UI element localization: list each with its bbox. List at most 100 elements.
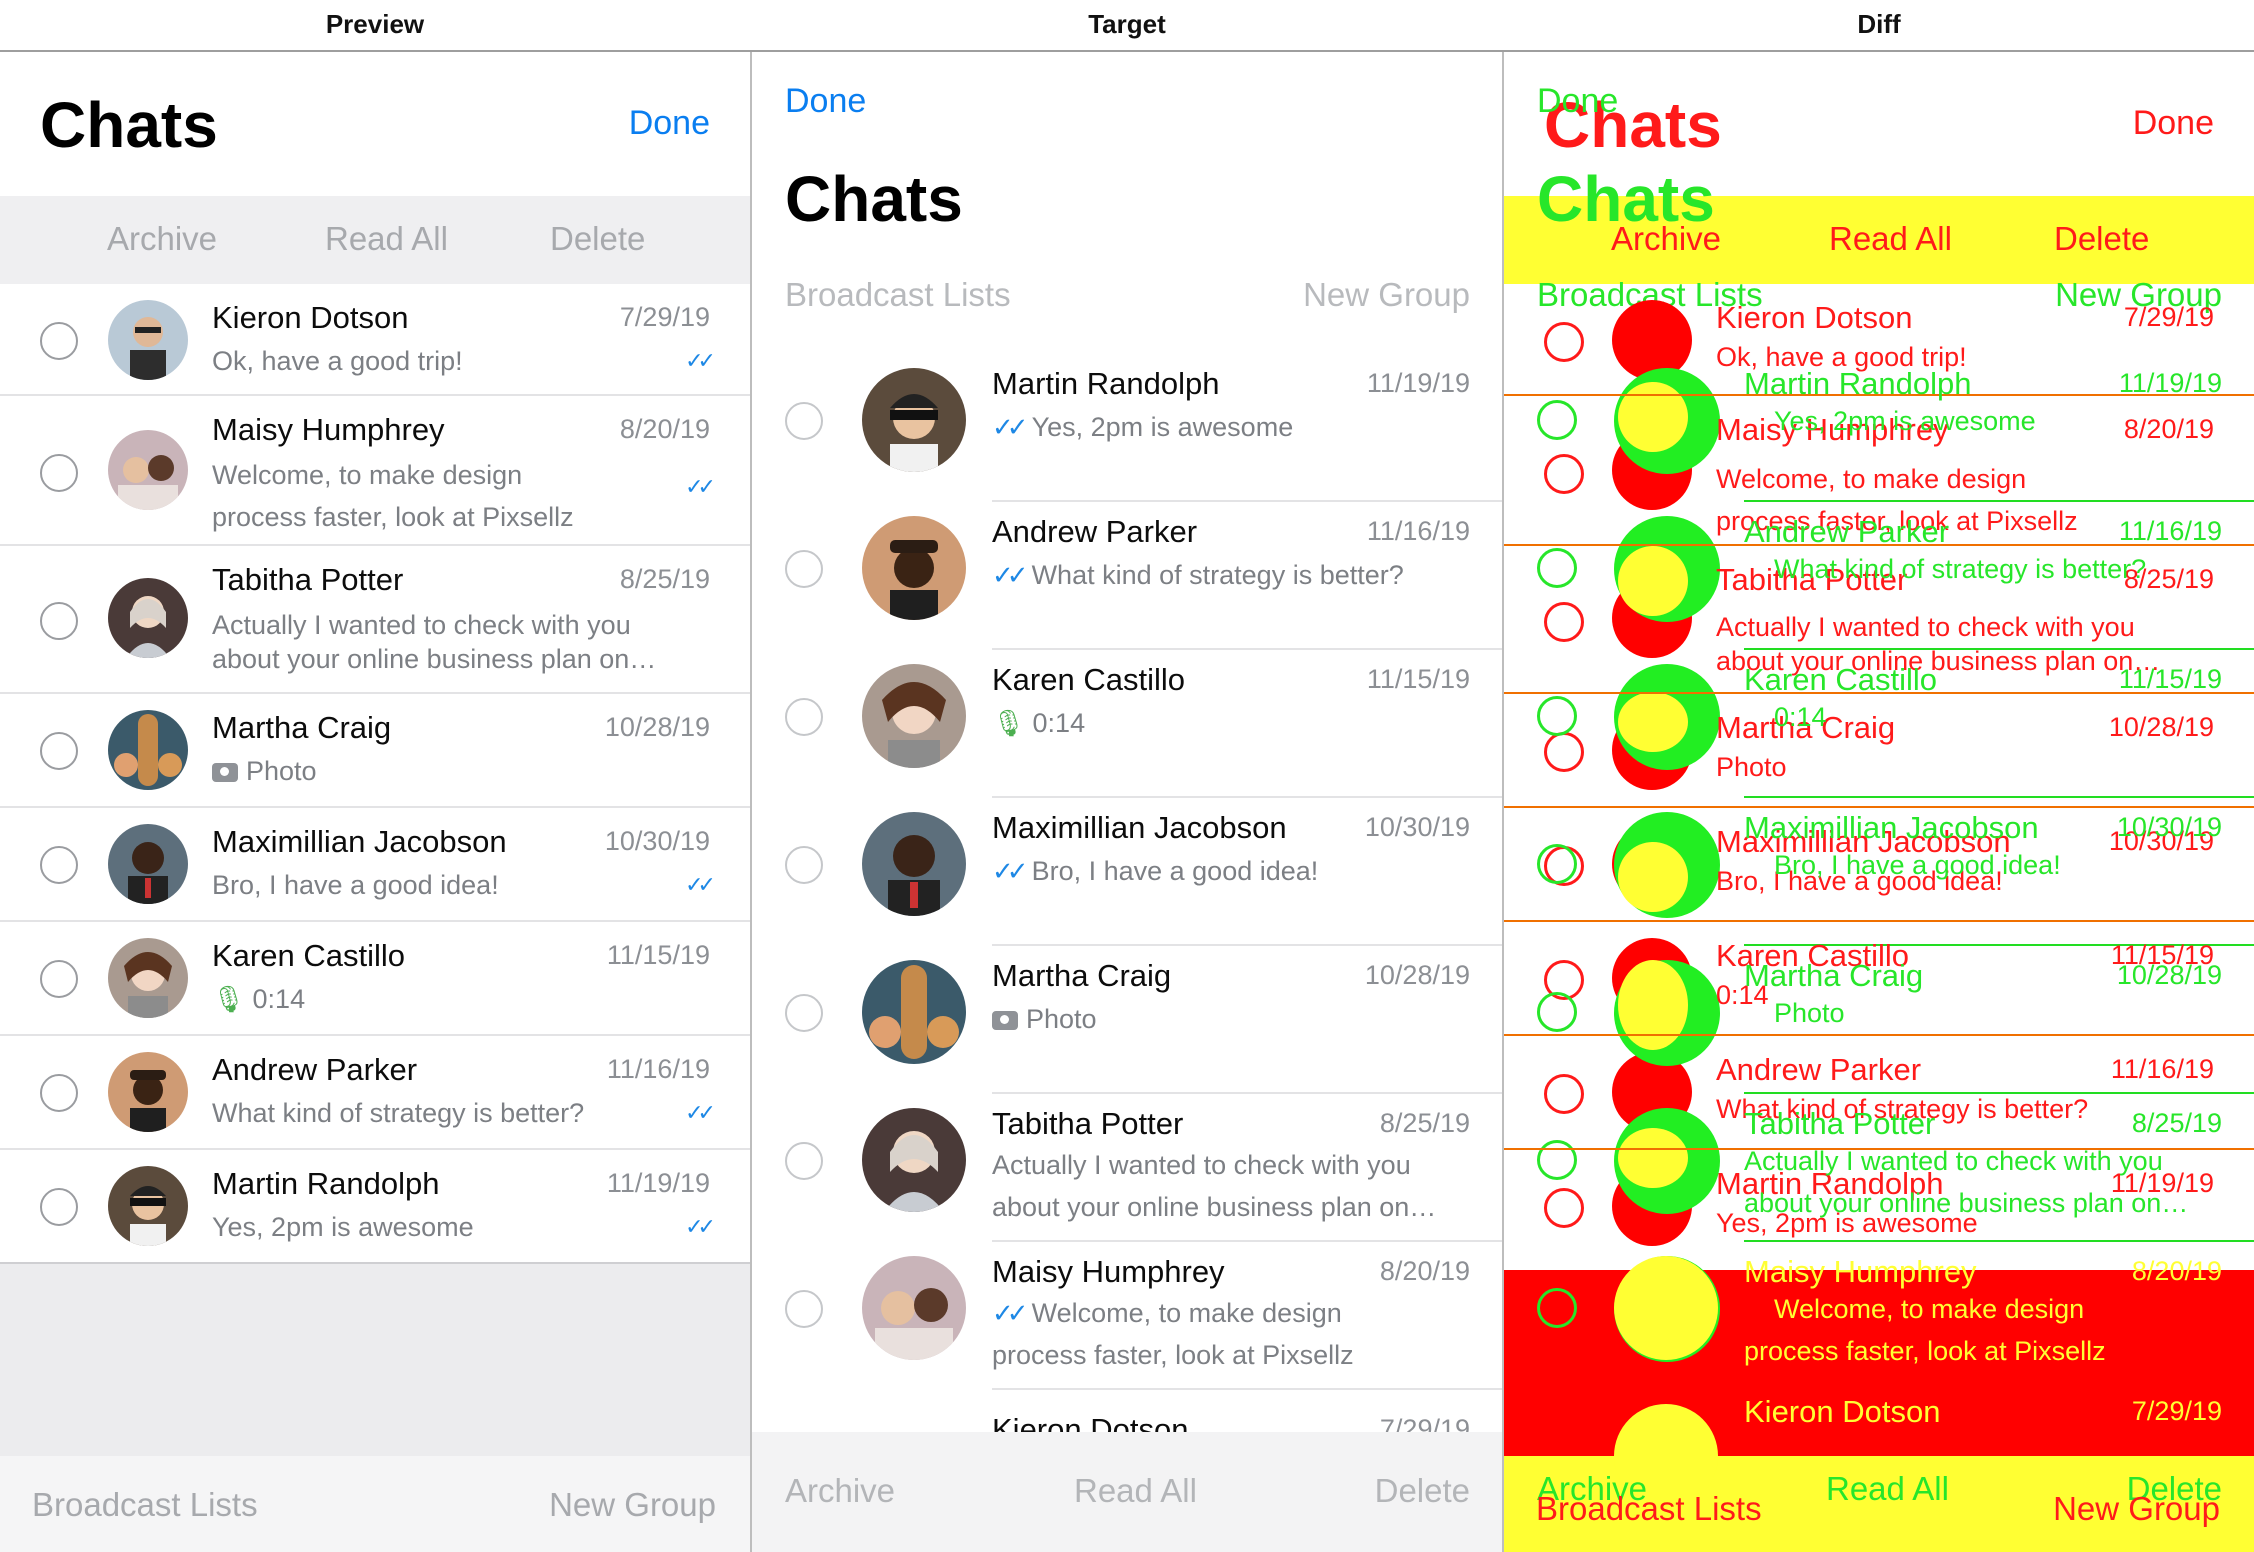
avatar — [108, 430, 188, 510]
chat-row[interactable]: Andrew Parker 11/16/19 ✓✓ What kind of st… — [752, 502, 1502, 650]
chat-row[interactable]: Martha Craig 10/28/19 Photo — [752, 946, 1502, 1094]
diff-date: 7/29/19 — [2123, 302, 2214, 332]
microphone-icon: 🎙︎ — [992, 708, 1026, 738]
avatar — [862, 812, 966, 916]
diff-circle — [1537, 844, 1577, 884]
select-circle[interactable] — [40, 732, 78, 770]
diff-msg: Bro, I have a good idea! — [1774, 850, 2061, 880]
target-panel: Done Chats Broadcast Lists New Group Mar… — [752, 52, 1502, 1552]
chat-row[interactable]: Maximillian Jacobson 10/30/19 ✓✓ Bro, I h… — [752, 798, 1502, 946]
chat-name: Andrew Parker — [992, 514, 1198, 549]
select-circle[interactable] — [40, 1188, 78, 1226]
diff-overlap — [1618, 960, 1688, 1050]
chat-name: Martin Randolph — [992, 366, 1220, 401]
chat-row[interactable]: Tabitha Potter 8/25/19 Actually I wanted… — [0, 546, 750, 694]
avatar — [108, 1166, 188, 1246]
chat-name: Andrew Parker — [212, 1052, 418, 1087]
page-title: Chats — [785, 163, 963, 235]
diff-msg: Yes, 2pm is awesome — [1774, 406, 2036, 436]
chat-row[interactable]: Martin Randolph 11/19/19 ✓✓ Yes, 2pm is a… — [752, 354, 1502, 502]
select-circle[interactable] — [785, 550, 823, 588]
camera-icon — [212, 763, 238, 783]
chat-row[interactable]: Maximillian Jacobson 10/30/19 Bro, I hav… — [0, 808, 750, 922]
new-group-button[interactable]: New Group — [549, 1486, 716, 1524]
chat-row[interactable]: Kieron Dotson 7/29/19 Ok, have a good tr… — [0, 284, 750, 396]
diff-divider — [1744, 500, 2254, 502]
chat-row[interactable]: Karen Castillo 11/15/19 🎙︎ 0:14 — [752, 650, 1502, 798]
chat-message: ✓✓ Yes, 2pm is awesome — [992, 412, 1294, 442]
avatar — [108, 578, 188, 658]
diff-avatar-preview — [1612, 300, 1692, 380]
chat-date: 8/20/19 — [619, 414, 710, 444]
chat-row[interactable]: Martin Randolph 11/19/19 Yes, 2pm is awe… — [0, 1150, 750, 1264]
diff-name: Martin Randolph — [1744, 366, 1972, 401]
chat-message: Bro, I have a good idea! — [212, 870, 499, 900]
diff-name: Andrew Parker — [1744, 514, 1950, 549]
chat-row[interactable]: Maisy Humphrey 8/20/19 ✓✓ Welcome, to mak… — [752, 1242, 1502, 1390]
read-check-icon: ✓✓ — [992, 412, 1028, 442]
chat-message: 🎙︎ 0:14 — [992, 708, 1086, 738]
chat-row[interactable]: Andrew Parker 11/16/19 What kind of stra… — [0, 1036, 750, 1150]
bottom-toolbar: Archive Read All Delete — [752, 1432, 1502, 1552]
diff-date: 8/20/19 — [2131, 1256, 2222, 1286]
select-circle[interactable] — [40, 960, 78, 998]
diff-broadcast-preview: Broadcast Lists — [1536, 1490, 1762, 1527]
select-circle[interactable] — [40, 322, 78, 360]
diff-msg: process faster, look at Pixsellz — [1744, 1336, 2106, 1366]
diff-msg: Photo — [1774, 998, 1845, 1028]
diff-read-all-target: Read All — [1826, 1470, 1949, 1507]
chat-message-line2: process faster, look at Pixsellz — [992, 1340, 1354, 1370]
chat-date: 11/16/19 — [606, 1054, 710, 1084]
diff-date: 7/29/19 — [2131, 1396, 2222, 1426]
select-circle[interactable] — [40, 602, 78, 640]
diff-date: 8/20/19 — [2123, 414, 2214, 444]
diff-new-group-preview: New Group — [2053, 1490, 2220, 1527]
voice-duration: 0:14 — [252, 984, 306, 1014]
select-circle[interactable] — [785, 1290, 823, 1328]
select-circle[interactable] — [785, 1142, 823, 1180]
chat-name: Tabitha Potter — [992, 1106, 1184, 1141]
chat-message: Actually I wanted to check with you — [992, 1150, 1411, 1180]
select-circle[interactable] — [40, 454, 78, 492]
chat-date: 11/19/19 — [1366, 368, 1470, 398]
diff-delete: Delete — [2054, 220, 2150, 257]
broadcast-lists-button[interactable]: Broadcast Lists — [785, 276, 1011, 314]
read-all-button[interactable]: Read All — [325, 220, 448, 258]
diff-name: Maisy Humphrey — [1744, 1254, 1977, 1289]
broadcast-lists-button[interactable]: Broadcast Lists — [32, 1486, 258, 1524]
select-circle[interactable] — [40, 1074, 78, 1112]
archive-button[interactable]: Archive — [107, 220, 217, 258]
diff-divider — [1504, 806, 2254, 808]
chat-date: 10/30/19 — [604, 826, 710, 856]
select-circle[interactable] — [785, 402, 823, 440]
diff-msg: Photo — [1716, 752, 1787, 782]
preview-panel: Chats Done Archive Read All Delete Kiero… — [0, 52, 750, 1552]
diff-msg: Welcome, to make design — [1716, 464, 2027, 494]
avatar — [108, 300, 188, 380]
chat-message: Welcome, to make design — [212, 460, 523, 490]
diff-circle — [1537, 1140, 1577, 1180]
archive-button[interactable]: Archive — [785, 1472, 895, 1510]
chat-row[interactable]: Karen Castillo 11/15/19 🎙︎ 0:14 — [0, 922, 750, 1036]
chat-row[interactable]: Maisy Humphrey 8/20/19 Welcome, to make … — [0, 396, 750, 546]
new-group-button[interactable]: New Group — [1303, 276, 1470, 314]
select-circle[interactable] — [785, 698, 823, 736]
chat-row[interactable]: Martha Craig 10/28/19 Photo — [0, 694, 750, 808]
delete-button[interactable]: Delete — [1375, 1472, 1470, 1510]
chat-date: 10/28/19 — [1364, 960, 1470, 990]
read-all-button[interactable]: Read All — [1074, 1472, 1197, 1510]
edit-toolbar: Archive Read All Delete — [0, 196, 750, 284]
delete-button[interactable]: Delete — [550, 220, 645, 258]
diff-name: Tabitha Potter — [1744, 1106, 1936, 1141]
select-circle[interactable] — [40, 846, 78, 884]
diff-circle — [1544, 1074, 1584, 1114]
done-button[interactable]: Done — [785, 82, 866, 121]
chat-date: 8/20/19 — [1379, 1256, 1470, 1286]
select-circle[interactable] — [785, 846, 823, 884]
photo-label: Photo — [246, 756, 317, 786]
avatar — [862, 1256, 966, 1360]
diff-overlap — [1618, 692, 1688, 752]
done-button[interactable]: Done — [629, 104, 710, 143]
select-circle[interactable] — [785, 994, 823, 1032]
chat-row[interactable]: Tabitha Potter 8/25/19 Actually I wanted… — [752, 1094, 1502, 1242]
